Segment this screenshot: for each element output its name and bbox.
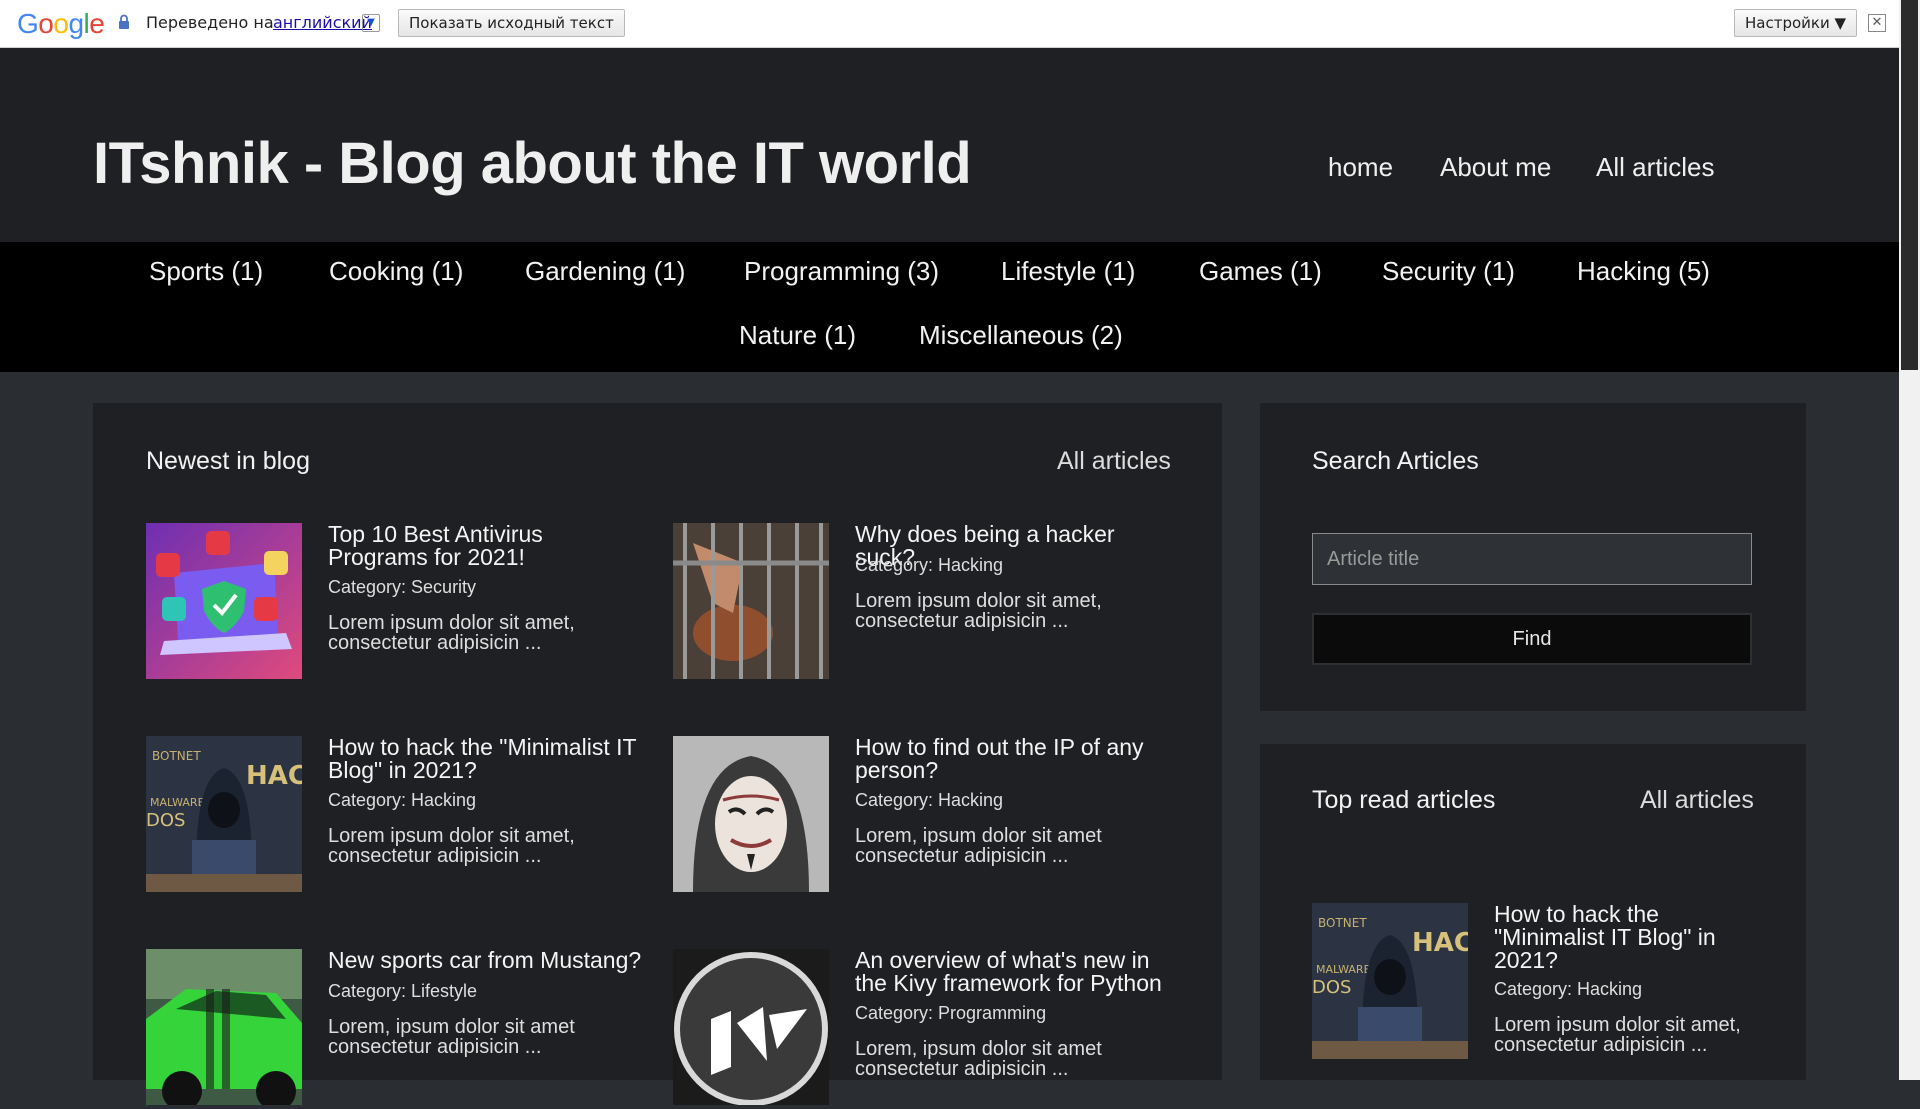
prison-bars-image[interactable] [673, 523, 829, 679]
article-card[interactable]: New sports car from Mustang? Category: L… [146, 949, 666, 1109]
category-sports[interactable]: Sports (1) [149, 256, 263, 287]
green-mustang-image[interactable] [146, 949, 302, 1105]
category-bar: Sports (1) Cooking (1) Gardening (1) Pro… [0, 242, 1899, 372]
chevron-down-icon[interactable]: ▼ [362, 14, 380, 32]
search-panel: Search Articles Find [1260, 403, 1806, 711]
svg-text:BOTNET: BOTNET [152, 749, 201, 763]
translated-to-label: Переведено на [146, 13, 274, 32]
hooded-hacker-image[interactable]: BOTNET MALWARE HACK DOS [146, 736, 302, 892]
category-nature[interactable]: Nature (1) [739, 320, 856, 351]
article-excerpt: Lorem, ipsum dolor sit amet consectetur … [328, 1016, 575, 1058]
search-heading: Search Articles [1312, 447, 1479, 475]
newest-panel: Newest in blog All articles Top 10 Best … [93, 403, 1222, 1105]
article-category[interactable]: Category: Hacking [855, 555, 1003, 576]
article-title[interactable]: How to hack the "Minimalist IT Blog" in … [328, 736, 648, 782]
find-button[interactable]: Find [1312, 613, 1752, 665]
top-read-all-articles-link[interactable]: All articles [1640, 786, 1754, 815]
svg-text:HACK: HACK [246, 761, 302, 791]
category-lifestyle[interactable]: Lifestyle (1) [1001, 256, 1135, 287]
article-excerpt: Lorem ipsum dolor sit amet, consectetur … [855, 590, 1102, 632]
google-logo: Google [17, 8, 105, 39]
article-category[interactable]: Category: Programming [855, 1003, 1046, 1024]
site-title[interactable]: ITshnik - Blog about the IT world [93, 130, 972, 197]
category-games[interactable]: Games (1) [1199, 256, 1322, 287]
category-programming[interactable]: Programming (3) [744, 256, 939, 287]
article-card[interactable]: Top 10 Best Antivirus Programs for 2021!… [146, 523, 666, 683]
article-title[interactable]: Top 10 Best Antivirus Programs for 2021! [328, 523, 648, 569]
article-category[interactable]: Category: Lifestyle [328, 981, 477, 1002]
svg-text:MALWARE: MALWARE [150, 796, 205, 809]
show-original-button[interactable]: Показать исходный текст [398, 9, 625, 37]
svg-text:DOS: DOS [146, 810, 185, 831]
article-excerpt: Lorem ipsum dolor sit amet, consectetur … [328, 825, 575, 867]
svg-text:HACK: HACK [1412, 928, 1468, 958]
category-gardening[interactable]: Gardening (1) [525, 256, 685, 287]
newest-heading: Newest in blog [146, 447, 310, 475]
article-card[interactable]: Why does being a hacker suck? Category: … [673, 523, 1193, 683]
antivirus-laptop-image[interactable] [146, 523, 302, 679]
article-card[interactable]: How to find out the IP of any person? Ca… [673, 736, 1193, 896]
article-category[interactable]: Category: Security [328, 577, 476, 598]
article-title[interactable]: How to find out the IP of any person? [855, 736, 1175, 782]
article-excerpt: Lorem, ipsum dolor sit amet consectetur … [855, 1038, 1102, 1080]
settings-button[interactable]: Настройки ▼ [1734, 9, 1858, 37]
article-category[interactable]: Category: Hacking [1494, 979, 1642, 1000]
guy-fawkes-mask-image[interactable] [673, 736, 829, 892]
nav-about-link[interactable]: About me [1440, 152, 1551, 183]
article-excerpt: Lorem ipsum dolor sit amet, consectetur … [1494, 1014, 1741, 1056]
category-security[interactable]: Security (1) [1382, 256, 1515, 287]
article-category[interactable]: Category: Hacking [328, 790, 476, 811]
nav-home-link[interactable]: home [1328, 152, 1393, 183]
search-input[interactable] [1312, 533, 1752, 585]
language-link[interactable]: английский [273, 13, 372, 32]
google-translate-bar: Google Переведено на английский ▼ Показа… [0, 0, 1899, 48]
category-cooking[interactable]: Cooking (1) [329, 256, 463, 287]
site-header: ITshnik - Blog about the IT world home A… [0, 48, 1899, 242]
svg-text:BOTNET: BOTNET [1318, 916, 1367, 930]
article-card[interactable]: BOTNET MALWARE HACK DOS How to hack the … [146, 736, 666, 896]
article-excerpt: Lorem ipsum dolor sit amet, consectetur … [328, 612, 575, 654]
top-read-heading: Top read articles [1312, 786, 1496, 814]
article-title[interactable]: New sports car from Mustang? [328, 949, 648, 972]
article-title[interactable]: An overview of what's new in the Kivy fr… [855, 949, 1175, 995]
nav-all-articles-link[interactable]: All articles [1596, 152, 1714, 183]
article-title[interactable]: How to hack the "Minimalist IT Blog" in … [1494, 903, 1744, 972]
category-miscellaneous[interactable]: Miscellaneous (2) [919, 320, 1123, 351]
newest-all-articles-link[interactable]: All articles [1057, 447, 1171, 476]
hooded-hacker-image[interactable]: BOTNET MALWARE HACK DOS [1312, 903, 1468, 1059]
top-read-panel: Top read articles All articles BOTNET MA… [1260, 744, 1806, 1080]
article-card[interactable]: BOTNET MALWARE HACK DOS How to hack the … [1312, 903, 1782, 1063]
category-hacking[interactable]: Hacking (5) [1577, 256, 1710, 287]
close-icon[interactable]: ✕ [1868, 14, 1886, 32]
svg-text:DOS: DOS [1312, 977, 1351, 998]
article-excerpt: Lorem, ipsum dolor sit amet consectetur … [855, 825, 1102, 867]
article-card[interactable]: An overview of what's new in the Kivy fr… [673, 949, 1193, 1109]
article-category[interactable]: Category: Hacking [855, 790, 1003, 811]
scrollbar-thumb[interactable] [1901, 0, 1918, 370]
kivy-logo-image[interactable] [673, 949, 829, 1105]
lock-icon [119, 14, 129, 29]
svg-text:MALWARE: MALWARE [1316, 963, 1371, 976]
